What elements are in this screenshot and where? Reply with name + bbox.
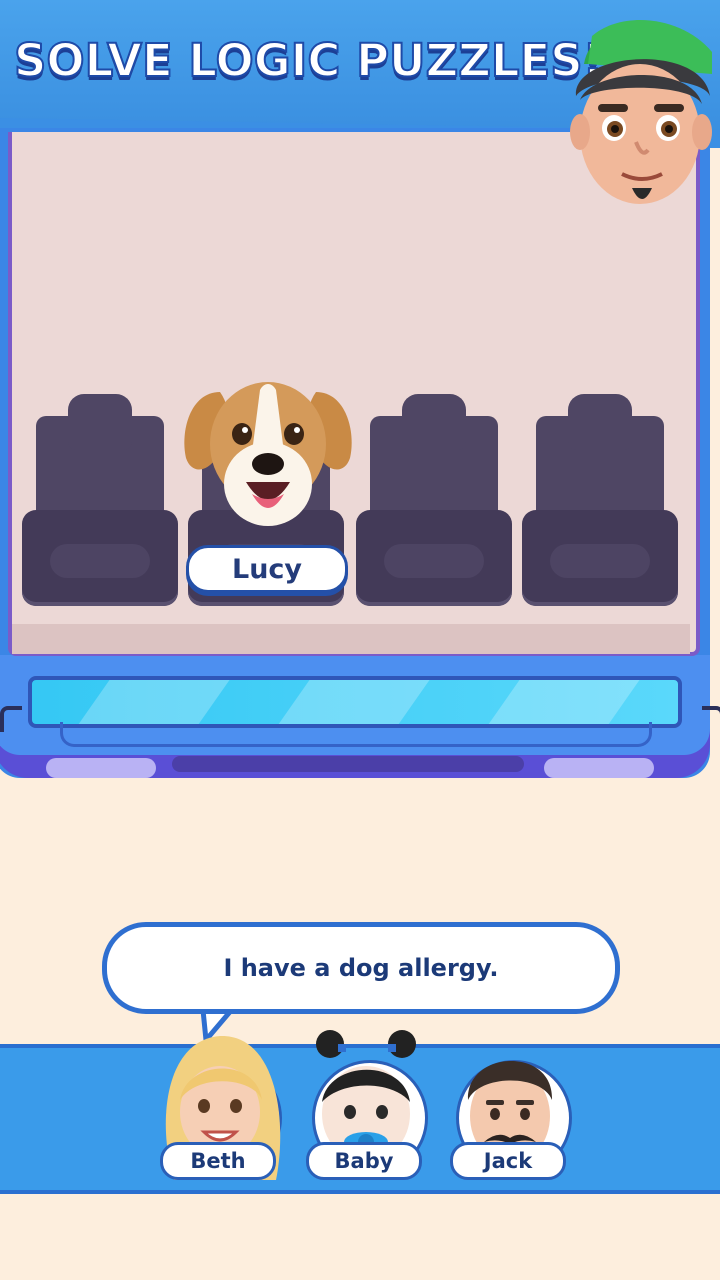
vehicle-grille [172, 756, 524, 772]
seat-3[interactable] [356, 392, 512, 608]
character-jack[interactable]: Jack [446, 1030, 576, 1180]
dog-icon[interactable] [180, 372, 356, 536]
seat-1[interactable] [22, 392, 178, 608]
mirror-left [0, 706, 22, 732]
character-label: Beth [160, 1142, 276, 1180]
headlight-right [544, 758, 654, 778]
character-label: Baby [306, 1142, 422, 1180]
vehicle-bumper [60, 722, 652, 747]
character-label: Jack [450, 1142, 566, 1180]
host-avatar-icon [570, 20, 712, 204]
character-beth[interactable]: Beth [156, 1030, 286, 1180]
speech-bubble: I have a dog allergy. [102, 922, 620, 1014]
mirror-right [702, 706, 720, 732]
headlight-left [46, 758, 156, 778]
vehicle-floor [12, 624, 690, 654]
dog-name-tag: Lucy [186, 545, 348, 593]
seat-4[interactable] [522, 392, 678, 608]
character-baby[interactable]: Baby [302, 1030, 432, 1180]
page-title: SOLVE LOGIC PUZZLES! [13, 33, 604, 88]
windshield [28, 676, 682, 728]
